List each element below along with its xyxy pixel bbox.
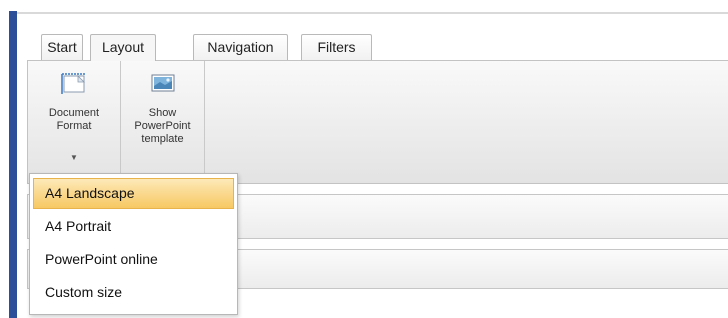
- menu-item-a4-landscape[interactable]: A4 Landscape: [33, 178, 234, 209]
- chevron-down-icon: ▼: [70, 153, 78, 162]
- tab-filters[interactable]: Filters: [301, 34, 372, 60]
- ribbon-group-template: Show PowerPoint template: [121, 61, 205, 183]
- show-powerpoint-template-button[interactable]: Show PowerPoint template: [121, 61, 204, 183]
- menu-item-a4-portrait[interactable]: A4 Portrait: [33, 211, 234, 242]
- document-format-button[interactable]: Document Format ▼: [28, 61, 120, 183]
- menu-item-custom-size[interactable]: Custom size: [33, 277, 234, 308]
- tab-bar: Start Layout Navigation Filters: [17, 14, 728, 61]
- tab-navigation[interactable]: Navigation: [193, 34, 288, 60]
- tab-start[interactable]: Start: [41, 34, 83, 60]
- app-window: Start Layout Navigation Filters Document: [17, 14, 728, 318]
- menu-item-powerpoint-online[interactable]: PowerPoint online: [33, 244, 234, 275]
- slide-template-icon: [150, 72, 176, 97]
- ribbon-panel: Document Format ▼ Show PowerPoint templa…: [27, 60, 728, 184]
- tab-layout[interactable]: Layout: [90, 34, 156, 61]
- show-template-label: Show PowerPoint template: [134, 107, 191, 145]
- document-format-menu: A4 Landscape A4 Portrait PowerPoint onli…: [29, 173, 238, 315]
- document-format-label: Document Format: [48, 107, 100, 132]
- ribbon-group-document-format: Document Format ▼: [28, 61, 121, 183]
- page-landscape-icon: [61, 72, 87, 99]
- left-accent-bar: [9, 11, 17, 318]
